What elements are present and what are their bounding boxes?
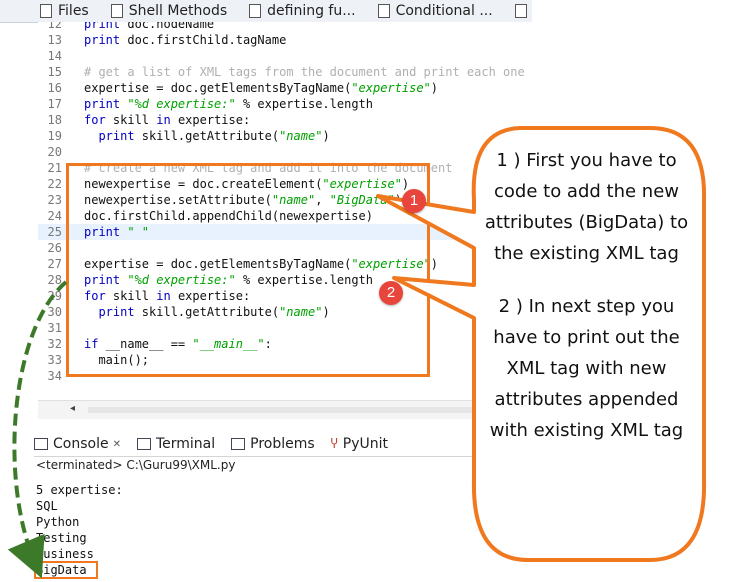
callout-step-1: 1 ) First you have to code to add the ne… <box>484 150 689 264</box>
callout-text: 1 ) First you have to code to add the ne… <box>479 145 694 525</box>
dashed-arrow <box>7 280 68 579</box>
step-badge-1: 1 <box>402 189 426 213</box>
step-badge-2: 2 <box>379 281 403 305</box>
callout-step-2: 2 ) In next step you have to print out t… <box>489 296 684 441</box>
